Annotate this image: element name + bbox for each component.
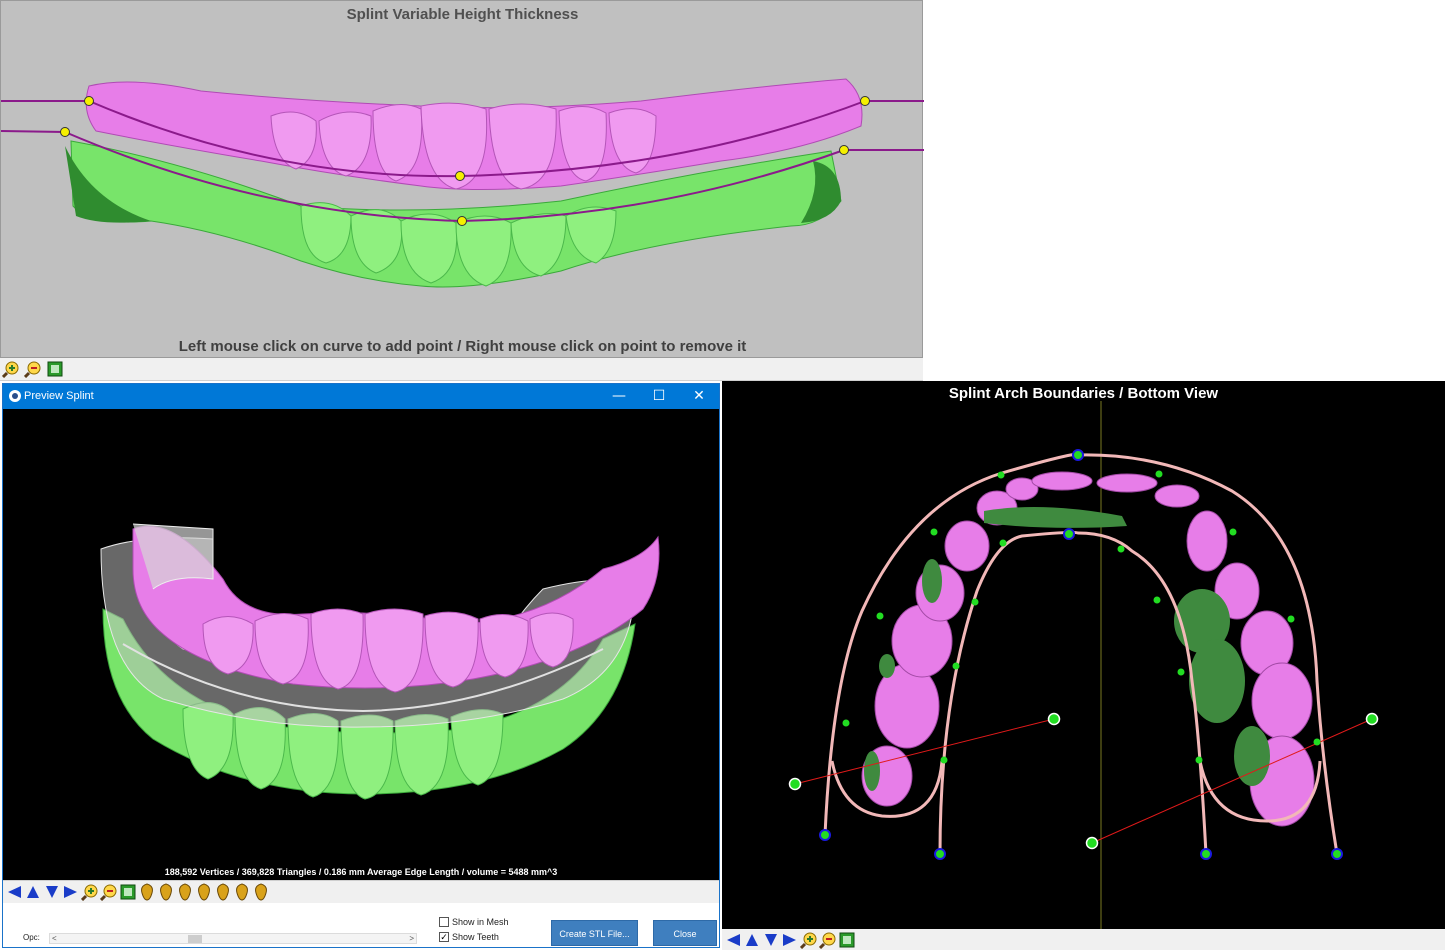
boundary-point[interactable] (940, 756, 948, 764)
preview-3d-viewport[interactable]: 188,592 Vertices / 369,828 Triangles / 0… (3, 409, 719, 880)
toolbar-icons (5, 883, 271, 901)
show-in-mesh-label: Show in Mesh (452, 917, 509, 927)
direction-handle[interactable] (1047, 712, 1061, 726)
fit-view-icon[interactable] (119, 883, 137, 901)
boundary-point[interactable] (997, 471, 1005, 479)
zoom-in-icon[interactable] (2, 360, 20, 378)
maximize-button[interactable]: ☐ (639, 384, 679, 409)
anchor-point[interactable] (819, 829, 831, 841)
anchor-point[interactable] (1331, 848, 1343, 860)
boundary-point[interactable] (876, 612, 884, 620)
boundary-point[interactable] (930, 528, 938, 536)
preview-controls: Show in Mesh ✓ Show Teeth Create STL Fil… (3, 903, 719, 947)
tooth-view-5-icon[interactable] (214, 883, 232, 901)
thickness-panel[interactable]: Splint Variable Height Thickness Left mo… (0, 0, 924, 359)
arch-boundaries-panel[interactable]: Splint Arch Boundaries / Bottom View (722, 381, 1445, 929)
zoom-in-icon[interactable] (800, 931, 818, 949)
arch-toolbar (722, 929, 1445, 950)
arrow-left-icon[interactable] (5, 883, 23, 901)
tooth-view-3-icon[interactable] (176, 883, 194, 901)
window-titlebar[interactable]: Preview Splint — ☐ ✕ (3, 384, 719, 409)
zoom-out-icon[interactable] (24, 360, 42, 378)
boundary-point[interactable] (1177, 668, 1185, 676)
toolbar-icons (724, 931, 857, 949)
tooth-view-2-icon[interactable] (157, 883, 175, 901)
anchor-point[interactable] (1072, 449, 1084, 461)
arrow-right-icon[interactable] (781, 931, 799, 949)
boundary-point[interactable] (1117, 545, 1125, 553)
preview-toolbar (3, 880, 719, 903)
control-point[interactable] (455, 171, 465, 181)
arrow-up-icon[interactable] (743, 931, 761, 949)
boundary-point[interactable] (1155, 470, 1163, 478)
control-point[interactable] (457, 216, 467, 226)
window-title: Preview Splint (24, 390, 94, 402)
opacity-slider[interactable]: < > (49, 933, 417, 944)
instruction-text: Left mouse click on curve to add point /… (178, 338, 747, 355)
panel-title: Splint Variable Height Thickness (346, 6, 579, 23)
anchor-point[interactable] (1200, 848, 1212, 860)
thickness-toolbar (0, 358, 923, 381)
arch-viewport[interactable] (722, 381, 1445, 929)
thickness-viewport[interactable] (1, 1, 924, 359)
zoom-out-icon[interactable] (819, 931, 837, 949)
fit-view-icon[interactable] (838, 931, 856, 949)
arrow-down-icon[interactable] (43, 883, 61, 901)
control-point[interactable] (84, 96, 94, 106)
create-stl-button[interactable]: Create STL File... (551, 920, 638, 946)
mesh-stats: 188,592 Vertices / 369,828 Triangles / 0… (164, 867, 558, 877)
fit-view-icon[interactable] (46, 360, 64, 378)
opacity-label: Opc: (23, 933, 40, 942)
slider-right-arrow[interactable]: > (409, 934, 414, 943)
close-window-button[interactable]: ✕ (679, 384, 719, 409)
show-teeth-label: Show Teeth (452, 932, 499, 942)
control-point[interactable] (839, 145, 849, 155)
boundary-point[interactable] (1313, 738, 1321, 746)
control-point[interactable] (60, 127, 70, 137)
tooth-view-1-icon[interactable] (138, 883, 156, 901)
app-icon (9, 390, 21, 402)
boundary-point[interactable] (1153, 596, 1161, 604)
inner-arch-boundary (938, 530, 1208, 855)
boundary-point[interactable] (1229, 528, 1237, 536)
direction-handle[interactable] (1365, 712, 1379, 726)
panel-title: Splint Arch Boundaries / Bottom View (948, 385, 1219, 402)
boundary-point[interactable] (842, 719, 850, 727)
splint-3d-model (100, 523, 660, 800)
boundary-point[interactable] (1287, 615, 1295, 623)
anchor-point[interactable] (1063, 528, 1075, 540)
boundary-point[interactable] (1195, 756, 1203, 764)
tooth-view-4-icon[interactable] (195, 883, 213, 901)
close-button[interactable]: Close (653, 920, 717, 946)
arrow-left-icon[interactable] (724, 931, 742, 949)
minimize-button[interactable]: — (599, 384, 639, 409)
opacity-slider-thumb[interactable] (188, 935, 202, 943)
direction-handle[interactable] (1085, 836, 1099, 850)
anchor-point[interactable] (934, 848, 946, 860)
slider-left-arrow[interactable]: < (52, 934, 57, 943)
zoom-out-icon[interactable] (100, 883, 118, 901)
arrow-up-icon[interactable] (24, 883, 42, 901)
arrow-right-icon[interactable] (62, 883, 80, 901)
boundary-point[interactable] (999, 539, 1007, 547)
boundary-point[interactable] (971, 598, 979, 606)
zoom-in-icon[interactable] (81, 883, 99, 901)
preview-splint-window: Preview Splint — ☐ ✕ 188,592 Vertices / … (2, 383, 720, 948)
control-point[interactable] (860, 96, 870, 106)
show-in-mesh-checkbox[interactable] (439, 917, 449, 927)
show-teeth-checkbox[interactable]: ✓ (439, 932, 449, 942)
boundary-point[interactable] (952, 662, 960, 670)
tooth-view-7-icon[interactable] (252, 883, 270, 901)
arrow-down-icon[interactable] (762, 931, 780, 949)
tooth-view-6-icon[interactable] (233, 883, 251, 901)
direction-handle[interactable] (788, 777, 802, 791)
